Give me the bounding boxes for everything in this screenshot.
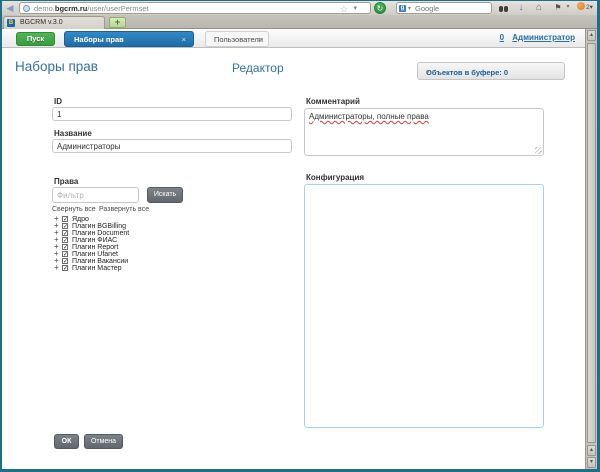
config-field[interactable] — [304, 184, 544, 428]
bookmark-star-icon[interactable]: ☆ — [340, 3, 348, 15]
tree-node[interactable]: +✓Плагин Document — [54, 230, 129, 237]
check-icon: ✓ — [63, 216, 68, 223]
new-tab-button[interactable]: + — [109, 17, 126, 28]
check-icon: ✓ — [63, 237, 68, 244]
node-checkbox[interactable]: ✓ — [62, 237, 68, 243]
search-input[interactable] — [415, 3, 485, 13]
back-button[interactable]: ◀ — [4, 2, 16, 14]
browser-tab-strip: B BGCRM v.3.0 + — [2, 15, 597, 29]
rights-label: Права — [54, 177, 78, 186]
node-checkbox[interactable]: ✓ — [62, 251, 68, 257]
page-title: Наборы прав — [15, 59, 98, 74]
chevron-down-icon: ▾ — [426, 68, 558, 76]
comment-label: Комментарий — [306, 97, 360, 106]
reload-button[interactable]: ↻ — [374, 2, 386, 14]
flag-icon[interactable]: ⚑ — [553, 1, 563, 15]
find-binoculars-icon[interactable] — [497, 1, 509, 15]
ok-button[interactable]: ОК — [54, 434, 79, 449]
expand-node-icon[interactable]: + — [54, 265, 62, 271]
check-icon: ✓ — [63, 251, 68, 258]
expand-all-link[interactable]: Развернуть все — [99, 206, 149, 213]
node-checkbox[interactable]: ✓ — [62, 223, 68, 229]
site-globe-icon — [23, 5, 30, 12]
browser-tab-bgcrm[interactable]: B BGCRM v.3.0 — [3, 16, 105, 29]
url-dropdown-icon[interactable]: ▾ — [353, 3, 357, 15]
tree-node-label: Плагин Мастер — [72, 265, 122, 272]
url-text: demo.bgcrm.ru/user/userPermset — [34, 4, 149, 13]
check-icon: ✓ — [63, 223, 68, 230]
check-icon: ✓ — [63, 230, 68, 237]
comment-field[interactable]: Администраторы, полные права — [304, 108, 544, 156]
search-button[interactable]: Искать — [147, 187, 183, 203]
node-checkbox[interactable]: ✓ — [62, 230, 68, 236]
firebug-icon[interactable]: 2▾ — [574, 1, 596, 15]
tree-node[interactable]: +✓Ядро — [54, 216, 129, 223]
start-button[interactable]: Пуск — [16, 32, 55, 46]
tree-node[interactable]: +✓Плагин ФИАС — [54, 237, 129, 244]
tree-node-label: Ядро — [72, 216, 89, 223]
id-label: ID — [54, 97, 62, 106]
home-icon[interactable]: ⌂ — [533, 1, 545, 15]
check-icon: ✓ — [63, 258, 68, 265]
name-label: Название — [54, 129, 92, 138]
search-engine-dropdown-icon[interactable]: ▾ — [408, 3, 411, 15]
rights-tree: +✓Ядро +✓Плагин BGBilling +✓Плагин Docum… — [54, 216, 129, 272]
filter-input[interactable] — [52, 187, 139, 203]
check-icon: ✓ — [63, 244, 68, 251]
scroll-up-button[interactable]: ▴ — [587, 30, 596, 41]
cancel-button[interactable]: Отмена — [84, 434, 123, 449]
tree-node-label: Плагин ФИАС — [72, 237, 117, 244]
id-field[interactable] — [52, 107, 292, 121]
bgcrm-favicon: B — [7, 19, 15, 27]
search-box[interactable]: g ▾ — [396, 2, 492, 14]
browser-window: ◀ demo.bgcrm.ru/user/userPermset ☆ ▾ ↻ g… — [0, 0, 600, 472]
browser-chrome: ◀ demo.bgcrm.ru/user/userPermset ☆ ▾ ↻ g… — [2, 1, 597, 29]
tree-node-label: Плагин BGBilling — [72, 223, 126, 230]
check-icon: ✓ — [63, 265, 68, 272]
close-tab-icon[interactable]: × — [182, 32, 186, 47]
scroll-up-button-bottom[interactable]: ▴ — [587, 445, 596, 456]
node-checkbox[interactable]: ✓ — [62, 216, 68, 222]
tree-node[interactable]: +✓Плагин BGBilling — [54, 223, 129, 230]
tab-users[interactable]: Пользователи × — [205, 31, 269, 47]
tab-permission-sets[interactable]: Наборы прав × — [64, 31, 194, 47]
resize-grip-icon[interactable] — [535, 147, 542, 154]
user-links: 0 Администратор — [494, 33, 575, 42]
url-bar[interactable]: demo.bgcrm.ru/user/userPermset ☆ ▾ — [19, 2, 371, 14]
tree-node-label: Плагин Report — [72, 244, 118, 251]
current-user-link[interactable]: Администратор — [512, 33, 575, 42]
tree-node[interactable]: +✓Плагин Вакансии — [54, 258, 129, 265]
navigation-toolbar: ◀ demo.bgcrm.ru/user/userPermset ☆ ▾ ↻ g… — [2, 1, 597, 15]
close-tab-icon[interactable]: × — [258, 32, 262, 47]
tree-node-label: Плагин Ufanet — [72, 251, 118, 258]
app-tab-bar: Пуск Наборы прав × Пользователи × 0 Адми… — [2, 29, 585, 48]
editor-title: Редактор — [232, 61, 284, 75]
name-field[interactable] — [52, 139, 292, 153]
tab-permission-sets-label: Наборы прав — [74, 35, 124, 44]
buffer-dropdown[interactable]: Объектов в буфере: 0 ▾ — [417, 62, 565, 80]
flag-dropdown-icon[interactable]: ▾ — [564, 1, 572, 15]
node-checkbox[interactable]: ✓ — [62, 258, 68, 264]
node-checkbox[interactable]: ✓ — [62, 244, 68, 250]
notification-count-link[interactable]: 0 — [500, 33, 504, 42]
comment-text: Администраторы, полные права — [309, 112, 429, 121]
tree-node[interactable]: +✓Плагин Report — [54, 244, 129, 251]
collapse-all-link[interactable]: Свернуть все — [52, 206, 96, 213]
tree-node[interactable]: +✓ Плагин Мастер — [54, 265, 129, 272]
downloads-icon[interactable]: ↓ — [515, 1, 527, 15]
browser-tab-title: BGCRM v.3.0 — [20, 19, 63, 26]
config-label: Конфигурация — [306, 173, 364, 182]
scrollbar-thumb[interactable] — [587, 43, 596, 443]
tree-node-label: Плагин Document — [72, 230, 129, 237]
node-checkbox[interactable]: ✓ — [62, 265, 68, 271]
tree-node-label: Плагин Вакансии — [72, 258, 128, 265]
search-engine-icon[interactable]: g — [399, 5, 406, 12]
tree-node[interactable]: +✓Плагин Ufanet — [54, 251, 129, 258]
tab-users-label: Пользователи — [214, 35, 263, 44]
scroll-down-button[interactable]: ▾ — [587, 457, 596, 468]
page-scrollbar[interactable]: ▴ ▴ ▾ — [585, 29, 597, 469]
